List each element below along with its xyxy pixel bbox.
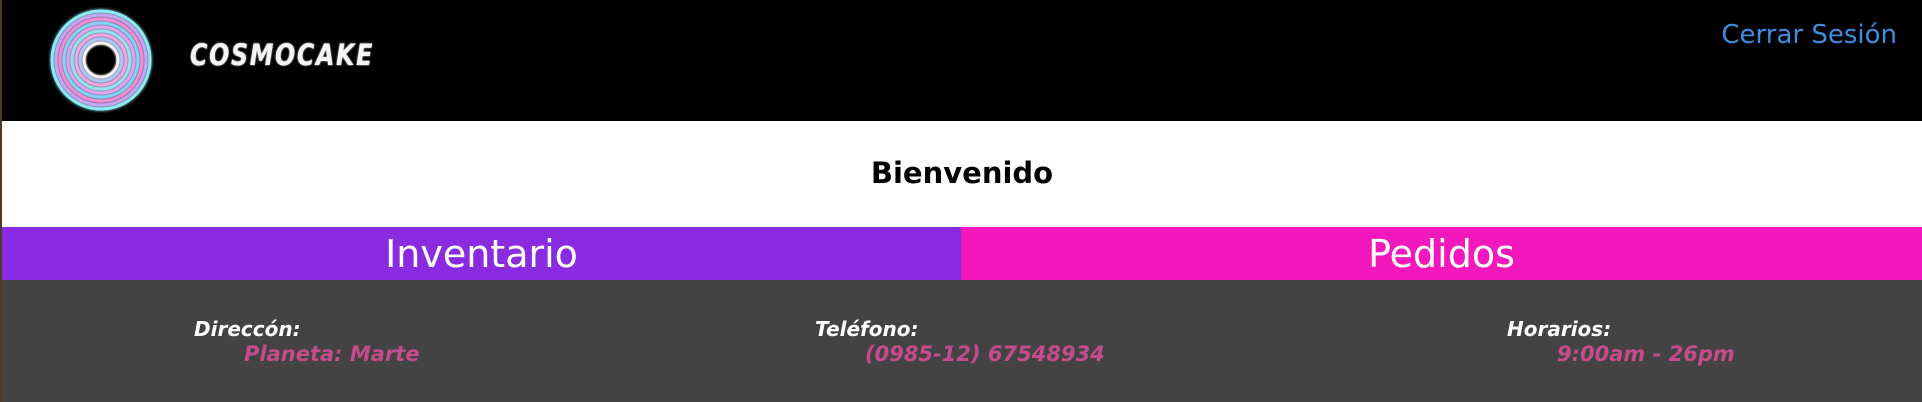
top-header: COSMOCAKE Cerrar Sesión [2, 0, 1922, 121]
phone-label: Teléfono: [815, 317, 919, 341]
phone-value: (0985-12) 67548934 [865, 342, 1105, 366]
hours-value: 9:00am - 26pm [1557, 342, 1735, 366]
inventario-button[interactable]: Inventario [2, 227, 961, 280]
pedidos-button[interactable]: Pedidos [961, 227, 1922, 280]
address-value: Planeta: Marte [244, 342, 420, 366]
address-label: Direccón: [194, 317, 301, 341]
brand-name: COSMOCAKE [190, 38, 374, 72]
hours-block: Horarios: 9:00am - 26pm [1507, 317, 1735, 367]
hours-label: Horarios: [1507, 317, 1612, 341]
info-footer: Direccón: Planeta: Marte Teléfono: (0985… [2, 280, 1922, 402]
phone-block: Teléfono: (0985-12) 67548934 [815, 317, 1105, 367]
welcome-title: Bienvenido [870, 156, 1054, 190]
neon-rings-icon [50, 9, 152, 111]
address-block: Direccón: Planeta: Marte [194, 317, 420, 367]
logout-link[interactable]: Cerrar Sesión [1721, 20, 1897, 50]
welcome-section: Bienvenido [2, 121, 1922, 227]
main-nav: Inventario Pedidos [2, 227, 1922, 280]
page: COSMOCAKE Cerrar Sesión Bienvenido Inven… [2, 0, 1922, 402]
cosmocake-logo[interactable] [48, 7, 154, 113]
